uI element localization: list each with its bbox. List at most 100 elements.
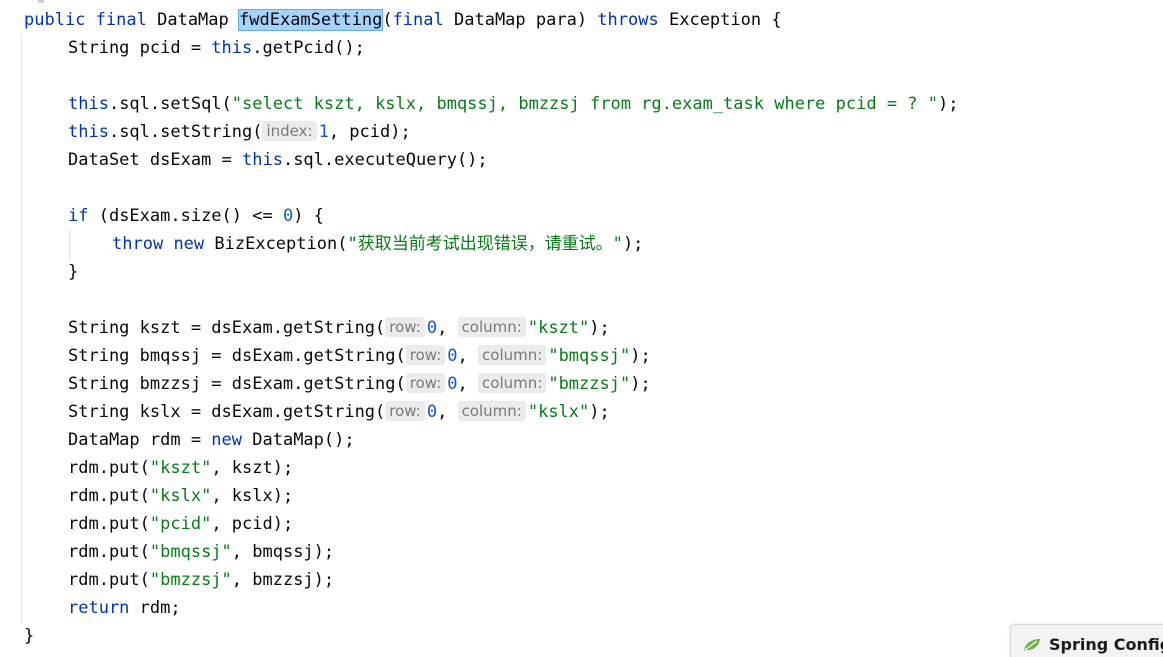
code-text: , kszt);: [211, 458, 294, 478]
string-literal: "kslx": [527, 402, 590, 422]
code-text: ,: [437, 402, 448, 422]
keyword-new: new: [173, 234, 205, 254]
code-text: ,: [457, 374, 468, 394]
number-literal: 0: [447, 346, 458, 366]
keyword-new: new: [211, 430, 243, 450]
code-line-method-signature[interactable]: public final DataMap fwdExamSetting(fina…: [24, 6, 782, 34]
code-line-kszt[interactable]: String kszt = dsExam.getString(row: 0, co…: [68, 314, 610, 342]
code-line-setstring[interactable]: this.sql.setString(index: 1, pcid);: [68, 118, 411, 146]
code-text: String kszt = dsExam.getString(: [68, 318, 386, 338]
code-line-executequery[interactable]: DataSet dsExam = this.sql.executeQuery()…: [68, 146, 488, 174]
code-line-close-method[interactable]: }: [24, 622, 34, 650]
code-text: String bmzzsj = dsExam.getString(: [68, 374, 406, 394]
string-literal: "bmzzsj": [548, 374, 631, 394]
string-literal: "获取当前考试出现错误，请重试。": [347, 234, 623, 254]
code-text: .sql.setString(: [108, 122, 263, 142]
string-literal: "pcid": [149, 514, 212, 534]
number-literal: 0: [426, 318, 438, 338]
code-text: }: [68, 262, 79, 282]
code-text: );: [589, 318, 610, 338]
code-line-bmzzsj[interactable]: String bmzzsj = dsExam.getString(row: 0, …: [68, 370, 651, 398]
code-text: String pcid =: [68, 38, 212, 58]
code-text: );: [938, 94, 959, 114]
keyword-public: public: [24, 10, 86, 30]
keyword-if: if: [68, 206, 89, 226]
code-line-close-if[interactable]: }: [68, 258, 78, 286]
code-text: DataMap();: [242, 430, 355, 450]
code-editor[interactable]: public final DataMap fwdExamSetting(fina…: [0, 0, 1163, 657]
string-literal: "select kszt, kslx, bmqssj, bmzzsj from …: [231, 94, 938, 114]
code-text: );: [622, 234, 644, 254]
code-line-put-pcid[interactable]: rdm.put("pcid", pcid);: [68, 510, 293, 538]
code-line-pcid[interactable]: String pcid = this.getPcid();: [68, 34, 365, 62]
string-literal: "bmqssj": [149, 542, 232, 562]
code-text: rdm.put(: [68, 486, 150, 506]
code-text: (dsExam.size() <=: [88, 206, 283, 226]
number-literal: 0: [447, 374, 458, 394]
number-literal: 0: [426, 402, 438, 422]
code-text: ) {: [293, 206, 324, 226]
param-hint-row: row:: [405, 373, 446, 393]
keyword-this: this: [242, 150, 283, 170]
code-line-kslx[interactable]: String kslx = dsExam.getString(row: 0, co…: [68, 398, 610, 426]
spring-config-label[interactable]: Spring Config: [1049, 635, 1163, 654]
keyword-return: return: [68, 598, 130, 618]
param-hint-row: row:: [405, 345, 446, 365]
code-text: .sql.executeQuery();: [282, 150, 488, 170]
param-hint-index: index:: [262, 121, 317, 141]
code-text: String kslx = dsExam.getString(: [68, 402, 386, 422]
code-text: );: [589, 402, 610, 422]
string-literal: "bmzzsj": [149, 570, 232, 590]
method-name-selected[interactable]: fwdExamSetting: [238, 9, 384, 31]
code-line-throw[interactable]: throw new BizException("获取当前考试出现错误，请重试。"…: [112, 230, 643, 258]
param-decl: DataMap para): [454, 10, 588, 30]
code-line-new-datamap[interactable]: DataMap rdm = new DataMap();: [68, 426, 355, 454]
code-text: rdm.put(: [68, 458, 150, 478]
open-paren: (: [382, 10, 393, 30]
param-hint-column: column:: [457, 317, 526, 337]
exception-type: Exception {: [668, 10, 782, 30]
keyword-this: this: [68, 122, 109, 142]
code-text: , pcid);: [328, 122, 411, 142]
param-hint-row: row:: [385, 317, 425, 337]
code-line-put-kszt[interactable]: rdm.put("kszt", kszt);: [68, 454, 293, 482]
spring-leaf-icon: [1023, 637, 1041, 651]
code-text: , pcid);: [211, 514, 294, 534]
keyword-final: final: [95, 10, 147, 30]
param-hint-column: column:: [478, 345, 547, 365]
code-text: DataMap rdm =: [68, 430, 212, 450]
code-line-bmqssj[interactable]: String bmqssj = dsExam.getString(row: 0, …: [68, 342, 651, 370]
code-text: rdm.put(: [68, 514, 150, 534]
code-text: ,: [437, 318, 448, 338]
code-text: }: [24, 626, 35, 646]
string-literal: "kszt": [149, 458, 212, 478]
fold-marker: [38, 0, 44, 3]
code-text: String bmqssj = dsExam.getString(: [68, 346, 406, 366]
code-text: rdm;: [129, 598, 181, 618]
code-text: .sql.setSql(: [108, 94, 232, 114]
code-line-put-kslx[interactable]: rdm.put("kslx", kslx);: [68, 482, 293, 510]
number-literal: 0: [282, 206, 294, 226]
param-hint-row: row:: [385, 401, 425, 421]
code-line-if[interactable]: if (dsExam.size() <= 0) {: [68, 202, 324, 230]
param-hint-column: column:: [478, 373, 547, 393]
code-text: BizException(: [204, 234, 348, 254]
string-literal: "kszt": [527, 318, 590, 338]
keyword-this: this: [211, 38, 253, 58]
string-literal: "bmqssj": [548, 346, 631, 366]
code-line-put-bmzzsj[interactable]: rdm.put("bmzzsj", bmzzsj);: [68, 566, 334, 594]
string-literal: "kslx": [149, 486, 212, 506]
code-line-return[interactable]: return rdm;: [68, 594, 181, 622]
code-line-setsql[interactable]: this.sql.setSql("select kszt, kslx, bmqs…: [68, 90, 958, 118]
code-text: );: [630, 374, 651, 394]
code-text: ,: [457, 346, 468, 366]
spring-config-popup[interactable]: Spring Config: [1010, 624, 1163, 657]
code-text: , bmzzsj);: [231, 570, 335, 590]
code-text: , bmqssj);: [231, 542, 335, 562]
code-line-put-bmqssj[interactable]: rdm.put("bmqssj", bmqssj);: [68, 538, 334, 566]
indent-guide: [21, 34, 22, 624]
keyword-final-param: final: [392, 10, 444, 30]
keyword-throws: throws: [597, 10, 659, 30]
code-text: , kslx);: [211, 486, 294, 506]
number-literal: 1: [318, 122, 329, 142]
